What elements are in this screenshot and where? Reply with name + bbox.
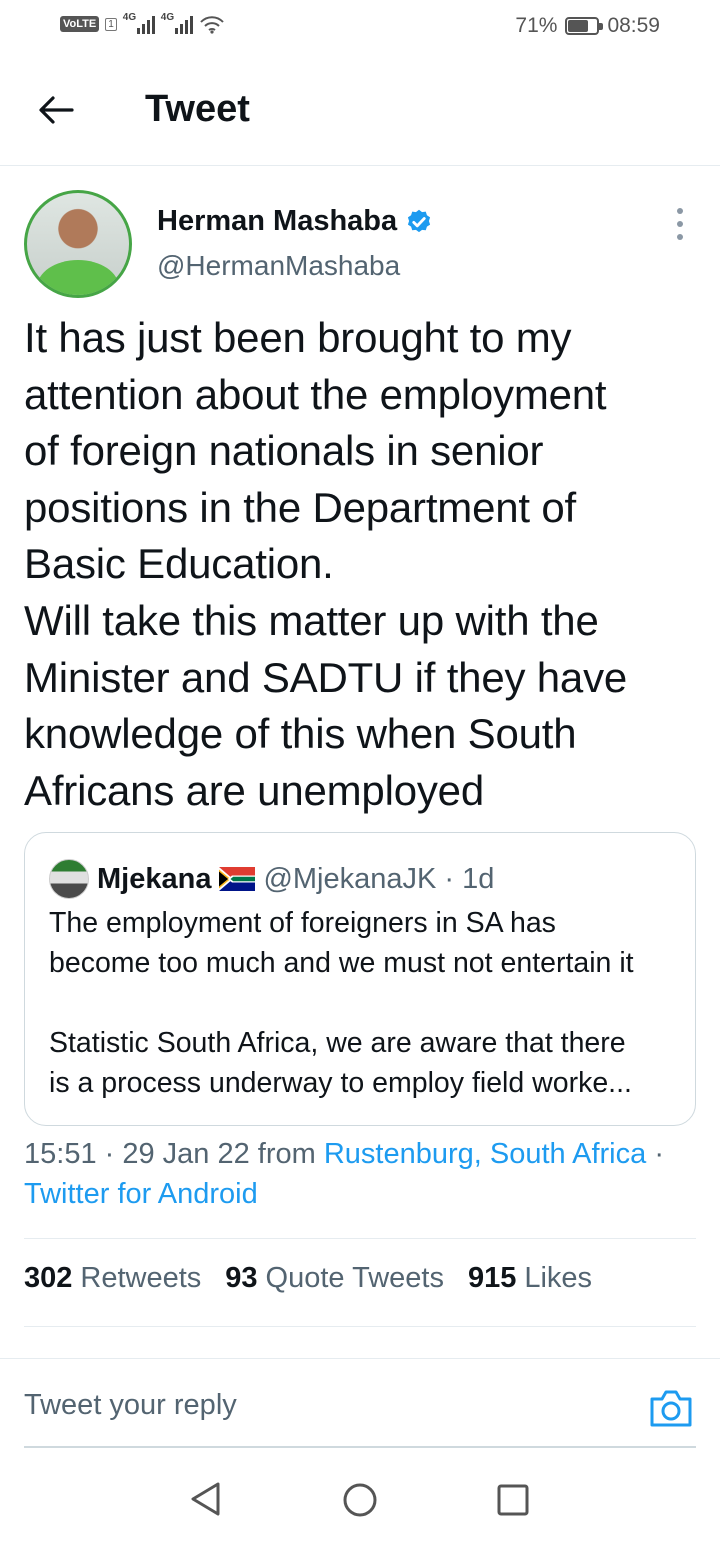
status-bar-left: VoLTE 1 4G 4G (60, 12, 225, 34)
engagement-stats: 302 Retweets 93 Quote Tweets 915 Likes (24, 1262, 592, 1295)
tweet-source-link[interactable]: Twitter for Android (24, 1178, 258, 1210)
likes-label: Likes (524, 1262, 593, 1294)
quoted-tweet-text: The employment of foreigners in SA has b… (49, 903, 689, 1103)
quoted-author-avatar (49, 859, 89, 899)
author-name-row[interactable]: Herman Mashaba (157, 205, 433, 238)
system-nav-bar (0, 1460, 720, 1541)
tweet-text-line: positions in the Department of (24, 483, 576, 531)
status-bar-right: 71% 08:59 (515, 14, 660, 38)
status-bar: VoLTE 1 4G 4G 71% 08:59 (0, 0, 720, 56)
tweet-text-line: Will take this matter up with the (24, 596, 599, 644)
tweet-text-line: attention about the employment (24, 370, 607, 418)
tweet-metadata: 15:51 · 29 Jan 22 from Rustenburg, South… (24, 1134, 704, 1214)
retweets-label: Retweets (80, 1262, 202, 1294)
meta-separator: · (646, 1138, 664, 1170)
signal-icon-2: 4G (160, 12, 193, 34)
quoted-tweet-card[interactable]: Mjekana @MjekanaJK · 1d The employment o… (24, 832, 696, 1126)
arrow-left-icon[interactable] (34, 88, 78, 132)
likes-stat[interactable]: 915 Likes (468, 1262, 592, 1295)
divider (24, 1238, 696, 1239)
network-type-label: 4G (122, 12, 137, 23)
quote-tweets-label: Quote Tweets (265, 1262, 444, 1294)
author-avatar[interactable] (24, 190, 132, 298)
clock: 08:59 (607, 14, 660, 37)
quoted-text-line: is a process underway to employ field wo… (49, 1067, 632, 1099)
author-handle[interactable]: @HermanMashaba (157, 250, 400, 282)
tweet-timestamp: 15:51 · 29 Jan 22 from (24, 1138, 324, 1170)
quoted-tweet-header: Mjekana @MjekanaJK · 1d (49, 859, 494, 899)
camera-icon[interactable] (648, 1387, 694, 1429)
nav-back-icon[interactable] (188, 1480, 224, 1518)
quote-tweets-count: 93 (225, 1262, 258, 1294)
tweet-text-line: Basic Education. (24, 540, 334, 588)
tweet-text-line: knowledge of this when South (24, 710, 577, 758)
author-name[interactable]: Herman Mashaba (157, 205, 397, 238)
quoted-text-line: become too much and we must not entertai… (49, 947, 634, 979)
tweet-location-link[interactable]: Rustenburg, South Africa (324, 1138, 646, 1170)
signal-icon: 4G (122, 12, 155, 34)
quoted-text-line: Statistic South Africa, we are aware tha… (49, 1027, 626, 1059)
quoted-tweet-age: · 1d (444, 862, 495, 895)
tweet-text-line: of foreign nationals in senior (24, 427, 544, 475)
likes-count: 915 (467, 1262, 517, 1294)
tweet-text: It has just been brought to my attention… (24, 310, 704, 819)
south-africa-flag-icon (219, 867, 256, 891)
battery-percent: 71% (515, 14, 558, 37)
sim-indicator: 1 (105, 17, 117, 31)
volte-indicator: VoLTE (60, 16, 100, 32)
network-type-label-2: 4G (160, 12, 175, 23)
more-options-icon[interactable] (668, 204, 692, 244)
quoted-author-handle: @MjekanaJK (263, 862, 437, 895)
quote-tweets-stat[interactable]: 93 Quote Tweets (225, 1262, 444, 1295)
retweets-count: 302 (24, 1262, 73, 1294)
reply-input[interactable]: Tweet your reply (24, 1389, 237, 1422)
quoted-text-line: The employment of foreigners in SA has (49, 907, 556, 939)
wifi-icon (200, 16, 224, 34)
quoted-author-name: Mjekana (97, 862, 212, 895)
top-app-bar: Tweet (0, 56, 720, 166)
divider (24, 1326, 696, 1327)
reply-input-underline (24, 1446, 696, 1448)
tweet-text-line: Minister and SADTU if they have (24, 653, 628, 701)
tweet-text-line: It has just been brought to my (24, 314, 572, 361)
verified-badge-icon (408, 209, 431, 232)
reply-bar: Tweet your reply (0, 1358, 720, 1448)
battery-icon (565, 17, 604, 35)
retweets-stat[interactable]: 302 Retweets (24, 1262, 201, 1295)
nav-recents-icon[interactable] (497, 1484, 529, 1516)
nav-home-icon[interactable] (342, 1482, 378, 1518)
battery-fill (568, 20, 589, 32)
tweet-text-line: Africans are unemployed (24, 766, 484, 814)
page-title: Tweet (145, 88, 250, 130)
